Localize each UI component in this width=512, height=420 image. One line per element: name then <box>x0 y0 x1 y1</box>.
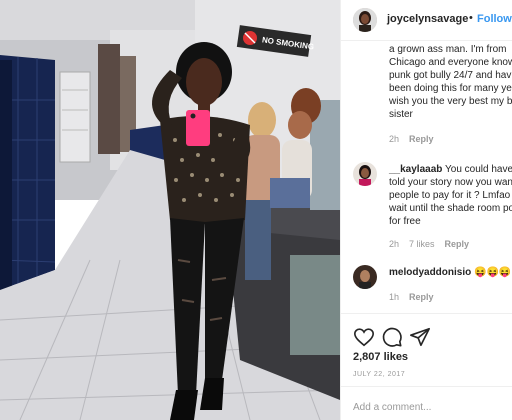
comment-meta: 2h Reply <box>389 134 444 144</box>
follow-button[interactable]: Follow <box>477 13 512 25</box>
comments-list: a grown ass man. I'm from Chicago and ev… <box>341 41 512 313</box>
comment-icon[interactable] <box>381 326 403 348</box>
comment-text: for free <box>389 216 421 227</box>
separator-dot: • <box>469 12 473 24</box>
comment-text: melodyaddonisio 😝😝😝 <box>389 266 511 279</box>
commenter-avatar[interactable] <box>353 265 377 289</box>
comment-time: 2h <box>389 134 400 144</box>
comment-time: 1h <box>389 292 400 302</box>
add-comment-field[interactable]: Add a comment... <box>341 386 512 420</box>
commenter-avatar[interactable] <box>353 162 377 186</box>
comment-emojis: 😝😝😝 <box>474 267 512 278</box>
reply-button[interactable]: Reply <box>445 239 470 249</box>
comment-text: __kaylaaab You could have b <box>389 163 512 176</box>
comment-text: told your story now you wan <box>389 177 512 188</box>
post-photo: NO SMOKING <box>0 0 340 420</box>
post-header: joycelynsavage • Follow <box>341 0 512 41</box>
comment-text: punk got bully 24/7 and hav <box>389 70 512 81</box>
comment-text: sister <box>389 109 413 120</box>
reply-button[interactable]: Reply <box>409 292 434 302</box>
commenter-username[interactable]: melodyaddonisio <box>389 267 471 278</box>
comment-meta: 1h Reply <box>389 292 444 302</box>
post-date: JULY 22, 2017 <box>353 371 406 378</box>
heart-icon[interactable] <box>353 326 375 348</box>
commenter-username[interactable]: __kaylaaab <box>389 164 442 175</box>
share-icon[interactable] <box>409 326 431 348</box>
post-username[interactable]: joycelynsavage <box>387 13 468 25</box>
comment-meta: 2h 7 likes Reply <box>389 239 479 249</box>
comment-text: wait until the shade room po <box>389 203 512 214</box>
post-sidebar: joycelynsavage • Follow a grown ass man.… <box>340 0 512 420</box>
comment-text: been doing this for many ye <box>389 83 512 94</box>
comment-text: Chicago and everyone know <box>389 57 512 68</box>
comment-text: wish you the very best my bl <box>389 96 512 107</box>
comment-text: a grown ass man. I'm from <box>389 44 507 55</box>
avatar[interactable] <box>353 8 377 32</box>
reply-button[interactable]: Reply <box>409 134 434 144</box>
comment-time: 2h <box>389 239 400 249</box>
post-actions: 2,807 likes JULY 22, 2017 Add a comment.… <box>341 313 512 420</box>
likes-count[interactable]: 2,807 likes <box>353 351 408 363</box>
add-comment-placeholder[interactable]: Add a comment... <box>353 402 431 413</box>
comment-text-first: You could have b <box>445 164 512 175</box>
comment-text: people to pay for it ? Lmfao <box>389 190 511 201</box>
comment-likes[interactable]: 7 likes <box>409 239 435 249</box>
